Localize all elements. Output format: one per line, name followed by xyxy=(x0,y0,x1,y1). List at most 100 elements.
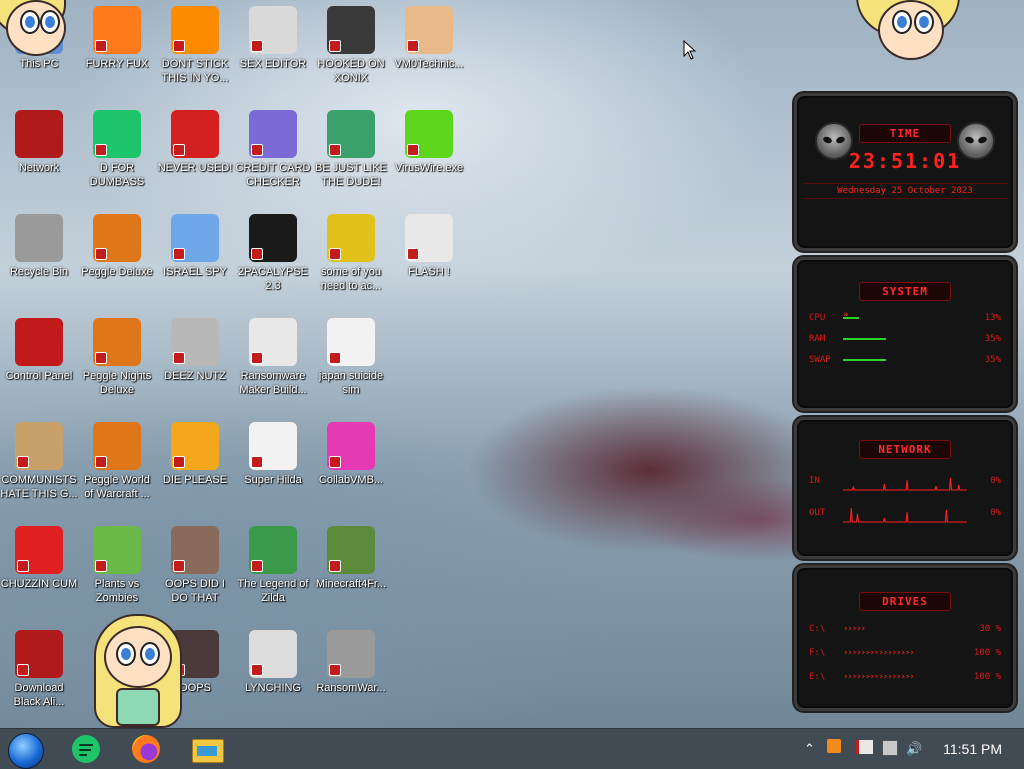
desktop-icon[interactable]: BE JUST LIKE THE DUDE! xyxy=(312,110,390,189)
desktop-icon-label: RansomWar... xyxy=(316,682,386,694)
desktop-icon[interactable]: DIE PLEASE xyxy=(156,422,234,487)
flash-icon xyxy=(405,214,453,262)
control-panel-icon xyxy=(15,318,63,366)
desktop-icon[interactable]: 2PACALYPSE 2.3 xyxy=(234,214,312,293)
desktop-icon[interactable]: VirusWire.exe xyxy=(390,110,468,175)
desktop-icon-label: Plants vs Zombies xyxy=(94,578,140,604)
desktop-icon[interactable]: FLASH ! xyxy=(390,214,468,279)
system-panel: SYSTEM CPU » 13% RAM 35% SWAP 35% xyxy=(794,257,1016,411)
desktop-icon-label: HOOKED ON XONIX xyxy=(317,58,385,84)
shortcut-arrow-icon xyxy=(407,144,419,156)
shortcut-arrow-icon xyxy=(329,40,341,52)
flag-icon[interactable] xyxy=(856,740,873,754)
desktop-icon[interactable]: OOPS DID I DO THAT xyxy=(156,526,234,605)
network-row: OUT 0% xyxy=(797,497,1013,529)
system-row-label: RAM xyxy=(809,333,826,344)
spy-network-icon xyxy=(171,214,219,262)
desktop-icon[interactable]: D FOR DUMBASS xyxy=(78,110,156,189)
desktop-icon-label: NEVER USED! xyxy=(157,162,233,174)
desktop-icon-label: Peggle World of Warcraft ... xyxy=(84,474,150,500)
desktop-icon-label: ISRAEL SPY xyxy=(163,266,227,278)
desktop-icon[interactable]: some of you need to ac... xyxy=(312,214,390,293)
file-explorer-icon[interactable] xyxy=(192,733,224,765)
desktop-icon[interactable]: Recycle Bin xyxy=(0,214,78,279)
notification-icon[interactable] xyxy=(827,739,841,753)
drive-row: C:\ ››››› 30 % xyxy=(797,617,1013,641)
desktop-icon[interactable]: NEVER USED! xyxy=(156,110,234,175)
network-row-value: 0% xyxy=(990,508,1001,518)
desktop-icon[interactable]: Download Black Ali... xyxy=(0,630,78,709)
desktop-icon[interactable]: DONT STICK THIS IN YO... xyxy=(156,6,234,85)
desktop-icon[interactable]: COMMUNISTS HATE THIS G... xyxy=(0,422,78,501)
show-hidden-icons-chevron[interactable]: ⌃ xyxy=(804,741,815,757)
desktop-icon[interactable]: Peggle World of Warcraft ... xyxy=(78,422,156,501)
peggle-wow-icon xyxy=(93,422,141,470)
desktop-icon-label: OOPS DID I DO THAT xyxy=(165,578,225,604)
shortcut-arrow-icon xyxy=(329,664,341,676)
desktop-icon[interactable]: Minecraft4Fr... xyxy=(312,526,390,591)
usage-fill xyxy=(843,337,887,340)
drive-row: E:\ ›››››››››››››››› 100 % xyxy=(797,665,1013,689)
desktop-icon-label: SEX EDITOR xyxy=(239,58,307,70)
network-graph xyxy=(843,507,967,523)
santa-icon xyxy=(327,110,375,158)
desktop-icon[interactable]: Peggle Deluxe xyxy=(78,214,156,279)
firefox-icon[interactable] xyxy=(130,733,162,765)
money-bag-icon xyxy=(15,422,63,470)
credit-card-icon xyxy=(249,110,297,158)
network-graph-area xyxy=(843,503,967,523)
desktop-icon[interactable]: DEEZ NUTZ xyxy=(156,318,234,383)
pixel-character-icon xyxy=(249,422,297,470)
shortcut-arrow-icon xyxy=(173,248,185,260)
desktop-icon[interactable]: Network xyxy=(0,110,78,175)
drive-row-label: E:\ xyxy=(809,672,826,682)
shortcut-arrow-icon xyxy=(251,352,263,364)
system-usage-bar xyxy=(843,355,967,365)
system-row-value: 35% xyxy=(984,333,1001,344)
chat-app-icon[interactable] xyxy=(70,733,102,765)
desktop-icon[interactable]: CREDIT CARD CHECKER xyxy=(234,110,312,189)
shortcut-arrow-icon xyxy=(173,40,185,52)
drive-fill-chevrons: ›››››››››››››››› xyxy=(843,648,915,658)
desktop-icon[interactable]: CollabVMB... xyxy=(312,422,390,487)
desktop-icon[interactable]: VM0Technic... xyxy=(390,6,468,71)
desktop-icon-label: FURRY FUX xyxy=(85,58,149,70)
desktop-icon-label: Ransomware Maker Build... xyxy=(239,370,307,396)
shortcut-arrow-icon xyxy=(95,560,107,572)
start-orb-icon[interactable] xyxy=(8,733,44,769)
desktop-icon-label: Download Black Ali... xyxy=(13,682,65,708)
desktop-icon[interactable]: SEX EDITOR xyxy=(234,6,312,71)
shortcut-arrow-icon xyxy=(251,40,263,52)
drive-fill-chevrons: ›››››››››››››››› xyxy=(843,672,915,682)
desktop-icon[interactable]: HOOKED ON XONIX xyxy=(312,6,390,85)
desktop-icon-label: Super Hilda xyxy=(244,474,302,486)
shortcut-arrow-icon xyxy=(251,144,263,156)
xonix-icon xyxy=(327,6,375,54)
desktop-icon[interactable]: japan suicide sim xyxy=(312,318,390,397)
desktop-icon[interactable]: Control Panel xyxy=(0,318,78,383)
doctor-icon xyxy=(405,6,453,54)
desktop-icon[interactable]: Peggle Nights Deluxe xyxy=(78,318,156,397)
desktop-icon[interactable]: Super Hilda xyxy=(234,422,312,487)
system-rows: CPU » 13% RAM 35% SWAP 35% xyxy=(797,307,1013,370)
desktop-icon[interactable]: The Legend of Zilda xyxy=(234,526,312,605)
shortcut-arrow-icon xyxy=(95,144,107,156)
system-usage-bar xyxy=(843,334,967,344)
desktop-icon[interactable]: Plants vs Zombies xyxy=(78,526,156,605)
network-graph-area xyxy=(843,471,967,491)
drive-rows: C:\ ››››› 30 % F:\ ›››››››››››››››› 100 % E:\ ›… xyxy=(797,617,1013,689)
desktop-icon[interactable]: ISRAEL SPY xyxy=(156,214,234,279)
volume-icon[interactable]: 🔊 xyxy=(906,741,922,757)
alien-network-icon xyxy=(15,110,63,158)
desktop-icon-label: VirusWire.exe xyxy=(394,162,464,174)
taskbar-clock[interactable]: 11:51 PM xyxy=(943,741,1002,757)
network-icon[interactable] xyxy=(882,740,898,756)
system-row: CPU » 13% xyxy=(797,307,1013,328)
plant-icon xyxy=(93,526,141,574)
desktop-icon[interactable]: RansomWar... xyxy=(312,630,390,695)
desktop-icon[interactable]: LYNCHING xyxy=(234,630,312,695)
shortcut-arrow-icon xyxy=(17,664,29,676)
desktop-icon[interactable]: FURRY FUX xyxy=(78,6,156,71)
desktop-icon[interactable]: CHUZZIN CUM xyxy=(0,526,78,591)
desktop-icon[interactable]: Ransomware Maker Build... xyxy=(234,318,312,397)
